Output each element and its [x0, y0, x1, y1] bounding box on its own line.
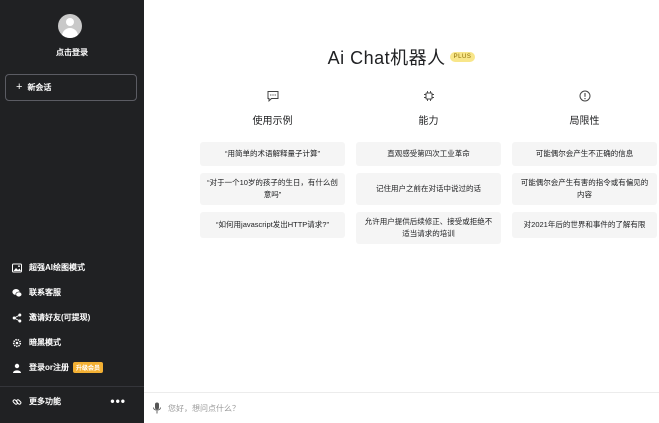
sidebar-menu: 超强AI绘图模式 联系客服 邀请好友(可提现) 暗黑模式 登录or注册 升级会员 [0, 255, 144, 380]
capability-card: 直观感受第四次工业革命 [356, 142, 501, 166]
sidebar-item-invite[interactable]: 邀请好友(可提现) [0, 305, 144, 330]
sidebar: 点击登录 + 新会话 超强AI绘图模式 联系客服 邀请好友(可提现) 暗黑模式 … [0, 0, 144, 423]
example-card[interactable]: “用简单的术语解释量子计算” [200, 142, 345, 166]
chip-icon [356, 90, 501, 106]
new-chat-label: 新会话 [27, 83, 52, 92]
more-features-label: 更多功能 [29, 397, 61, 406]
gear-icon [12, 338, 22, 348]
warning-icon [512, 90, 657, 106]
sidebar-item-customer-service[interactable]: 联系客服 [0, 280, 144, 305]
page-title: Ai Chat机器人 PLUS [144, 44, 659, 70]
sidebar-item-dark-mode[interactable]: 暗黑模式 [0, 330, 144, 355]
user-icon [12, 363, 22, 373]
image-icon [12, 263, 22, 273]
upgrade-badge[interactable]: 升级会员 [73, 362, 104, 373]
column-title: 能力 [418, 116, 439, 127]
sidebar-item-label: 登录or注册 [29, 363, 69, 372]
capability-card: 记住用户之前在对话中说过的话 [356, 173, 501, 205]
sidebar-item-label: 超强AI绘图模式 [29, 263, 85, 272]
column-title: 使用示例 [252, 116, 293, 127]
share-icon [12, 313, 22, 323]
column-examples: 使用示例 “用简单的术语解释量子计算” “对于一个10岁的孩子的生日，有什么创意… [200, 90, 345, 238]
example-card[interactable]: “对于一个10岁的孩子的生日，有什么创意吗” [200, 173, 345, 205]
column-title: 局限性 [569, 116, 600, 127]
chat-input-bar [144, 392, 659, 423]
sidebar-item-label: 邀请好友(可提现) [29, 313, 91, 322]
example-card[interactable]: “如何用javascript发出HTTP请求?” [200, 212, 345, 238]
chat-input[interactable] [168, 403, 568, 413]
sidebar-item-label: 联系客服 [29, 288, 61, 297]
link-icon [12, 397, 22, 407]
new-chat-button[interactable]: + 新会话 [5, 74, 137, 101]
limitation-card: 可能偶尔会产生不正确的信息 [512, 142, 657, 166]
main-content: Ai Chat机器人 PLUS 使用示例 “用简单的术语解释量子计算” “对于一个… [144, 0, 659, 423]
plus-badge: PLUS [449, 52, 476, 63]
sidebar-item-login[interactable]: 登录or注册 升级会员 [0, 355, 144, 380]
sidebar-item-ai-drawing[interactable]: 超强AI绘图模式 [0, 255, 144, 280]
column-limitations: 局限性 可能偶尔会产生不正确的信息 可能偶尔会产生有害的指令或有偏见的内容 对2… [512, 90, 657, 238]
limitation-card: 可能偶尔会产生有害的指令或有偏见的内容 [512, 173, 657, 205]
page-title-text: Ai Chat机器人 [327, 48, 446, 68]
avatar[interactable] [58, 14, 82, 38]
plus-icon: + [16, 81, 23, 93]
more-dots-icon[interactable]: ••• [110, 394, 126, 408]
column-capabilities: 能力 直观感受第四次工业革命 记住用户之前在对话中说过的话 允许用户提供后续修正… [356, 90, 501, 244]
more-features[interactable]: 更多功能 ••• [0, 386, 144, 416]
sidebar-item-label: 暗黑模式 [29, 338, 61, 347]
wechat-icon [12, 288, 22, 298]
chat-bubble-icon [200, 90, 345, 106]
capability-card: 允许用户提供后续修正、接受或拒绝不适当请求的培训 [356, 212, 501, 244]
login-link[interactable]: 点击登录 [0, 47, 144, 58]
limitation-card: 对2021年后的世界和事件的了解有限 [512, 212, 657, 238]
microphone-icon[interactable] [152, 402, 162, 414]
